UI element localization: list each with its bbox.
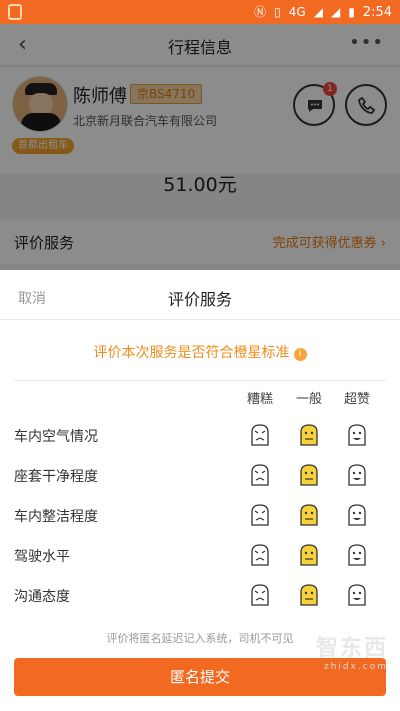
vibrate-icon: ▯ — [274, 5, 281, 19]
rating-row-label: 驾驶水平 — [14, 549, 70, 565]
nfc-icon: Ⓝ — [254, 5, 267, 19]
rating-row-label: 车内空气情况 — [14, 429, 98, 445]
info-icon[interactable]: i — [293, 348, 307, 361]
battery-icon: ▮ — [348, 5, 355, 19]
column-header-bad: 糟糕 — [246, 392, 273, 407]
question-text: 评价本次服务是否符合橙星标准 — [93, 345, 290, 361]
face-great-icon[interactable] — [347, 503, 367, 527]
rating-row-label: 车内整洁程度 — [14, 509, 98, 525]
face-bad-icon[interactable] — [250, 503, 270, 527]
signal-icon: ◢ — [313, 5, 323, 19]
status-icons: Ⓝ ▯ 4G ◢ ◢ ▮ 2:54 — [254, 4, 392, 20]
rating-row: 座套干净程度 — [0, 456, 400, 496]
rating-row-label: 座套干净程度 — [14, 469, 98, 485]
watermark: 智东西 zhidx.com — [316, 630, 388, 672]
face-bad-icon[interactable] — [250, 463, 270, 487]
face-ok-icon[interactable] — [299, 543, 319, 567]
rating-row-label: 沟通态度 — [14, 589, 70, 605]
rating-row: 车内整洁程度 — [0, 496, 400, 536]
face-bad-icon[interactable] — [250, 543, 270, 567]
face-great-icon[interactable] — [347, 423, 367, 447]
face-bad-icon[interactable] — [250, 583, 270, 607]
face-great-icon[interactable] — [347, 583, 367, 607]
watermark-logo: 智东西 — [315, 636, 388, 661]
rating-row: 车内空气情况 — [0, 416, 400, 456]
face-ok-icon[interactable] — [299, 463, 319, 487]
rating-rows: 车内空气情况 座套干净程度 车内整洁程度 驾驶水平沟通态度 — [0, 416, 400, 616]
face-great-icon[interactable] — [347, 463, 367, 487]
divider — [14, 380, 386, 381]
network-label: 4G — [288, 5, 306, 19]
rating-row: 驾驶水平 — [0, 536, 400, 576]
evaluation-question: 评价本次服务是否符合橙星标准 i — [0, 342, 400, 362]
column-header-great: 超赞 — [343, 392, 370, 407]
face-bad-icon[interactable] — [250, 423, 270, 447]
face-ok-icon[interactable] — [299, 503, 319, 527]
sheet-header: 取消 评价服务 — [0, 270, 400, 320]
face-ok-icon[interactable] — [299, 423, 319, 447]
column-header-ok: 一般 — [295, 392, 322, 407]
status-time: 2:54 — [362, 4, 392, 20]
face-ok-icon[interactable] — [299, 583, 319, 607]
signal-icon: ◢ — [330, 5, 341, 19]
status-bar: Ⓝ ▯ 4G ◢ ◢ ▮ 2:54 — [0, 0, 400, 24]
lock-icon — [8, 4, 22, 20]
sheet-title: 评价服务 — [167, 290, 232, 309]
rating-row: 沟通态度 — [0, 576, 400, 616]
watermark-url: zhidx.com — [323, 662, 388, 672]
face-great-icon[interactable] — [347, 543, 367, 567]
